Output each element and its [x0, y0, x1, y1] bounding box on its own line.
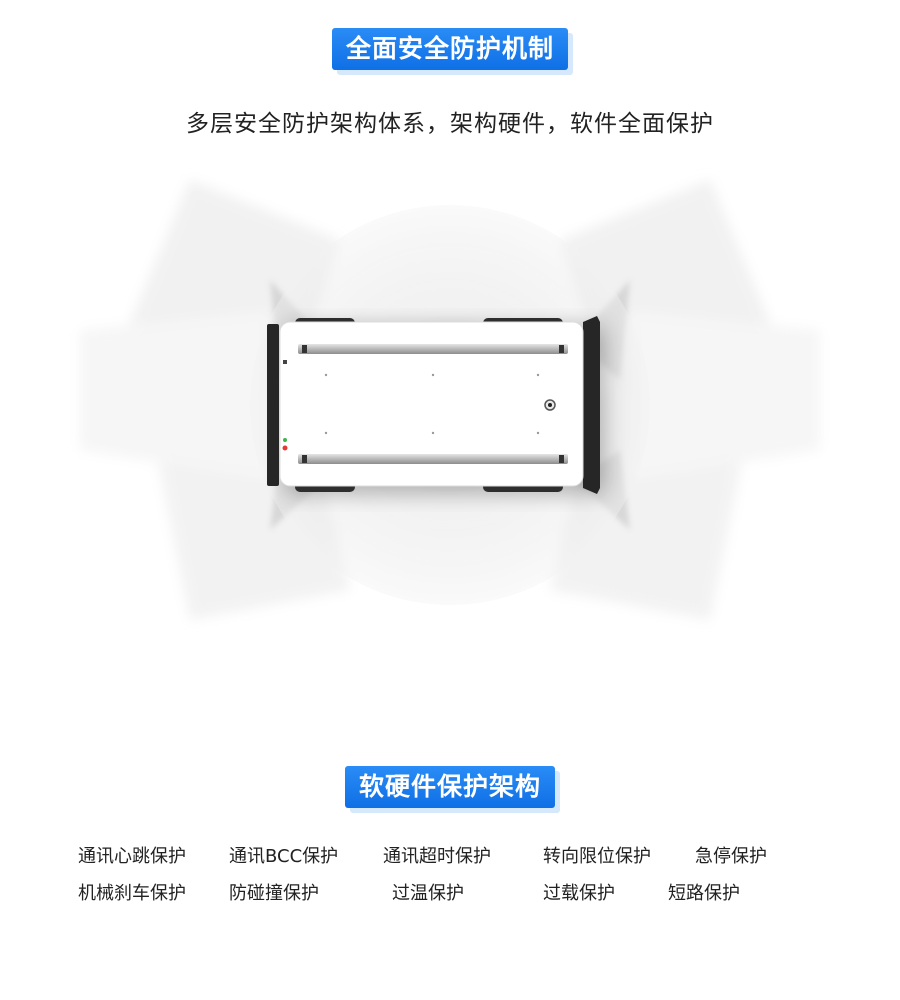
feature-row: 通讯心跳保护 通讯BCC保护 通讯超时保护 转向限位保护 急停保护 [78, 842, 838, 879]
feature-item: 通讯BCC保护 [229, 846, 339, 867]
robot-hero-image [80, 180, 820, 620]
feature-item: 过温保护 [392, 883, 464, 904]
feature-list: 通讯心跳保护 通讯BCC保护 通讯超时保护 转向限位保护 急停保护 机械刹车保护… [78, 842, 838, 916]
feature-item: 过载保护 [543, 883, 615, 904]
section-title-badge: 全面安全防护机制 [331, 28, 569, 70]
indicator-red [282, 445, 288, 451]
feature-item: 转向限位保护 [543, 846, 651, 867]
section-subtitle: 多层安全防护架构体系，架构硬件，软件全面保护 [186, 111, 714, 137]
section-title-badge-2: 软硬件保护架构 [344, 766, 556, 808]
indicator-green [283, 438, 287, 442]
feature-item: 防碰撞保护 [229, 883, 319, 904]
feature-item: 通讯心跳保护 [78, 846, 186, 867]
feature-item: 短路保护 [668, 883, 740, 904]
feature-item: 机械刹车保护 [78, 883, 186, 904]
feature-item: 急停保护 [695, 846, 767, 867]
front-bumper [583, 316, 600, 494]
feature-row: 机械刹车保护 防碰撞保护 过温保护 过载保护 短路保护 [78, 879, 838, 916]
rear-bumper [267, 324, 279, 486]
feature-item: 通讯超时保护 [383, 846, 491, 867]
